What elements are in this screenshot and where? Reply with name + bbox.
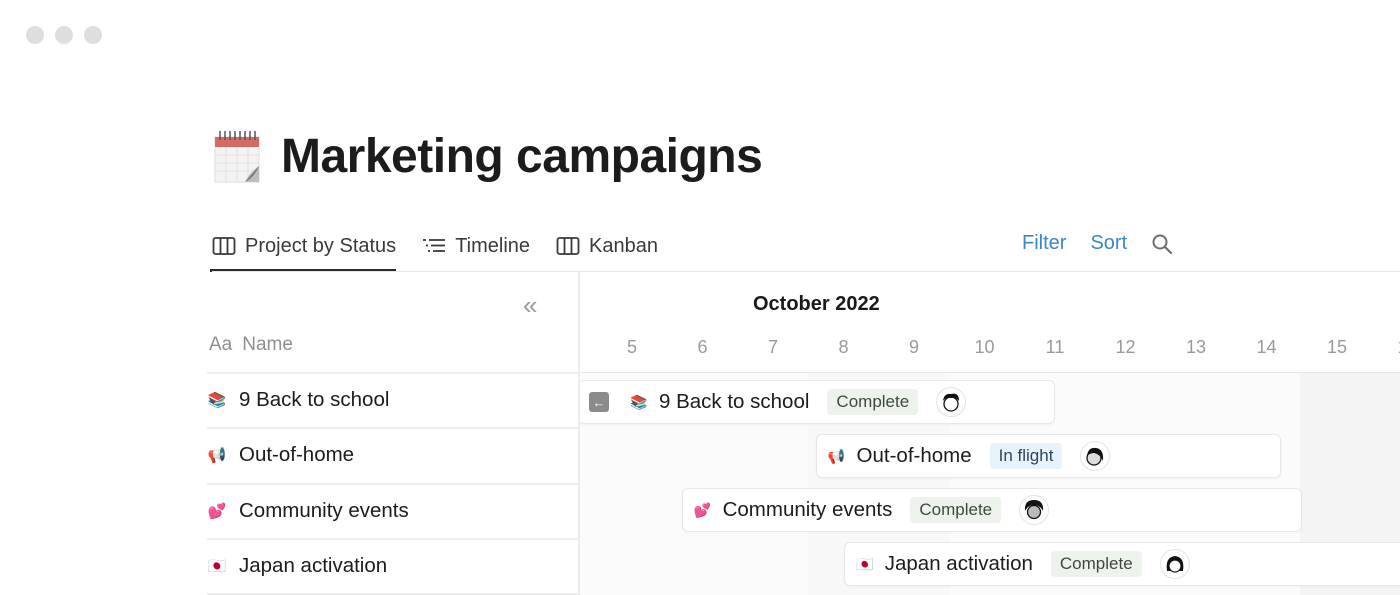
row-name: Community events — [239, 499, 409, 522]
timeline-bar[interactable]: 🇯🇵 Japan activation Complete — [843, 542, 1400, 586]
status-badge: In flight — [989, 443, 1063, 469]
table-row[interactable]: 🇯🇵 Japan activation — [207, 539, 578, 593]
row-name: Japan activation — [239, 554, 388, 577]
timeline-day-label: 15 — [1326, 337, 1348, 357]
books-icon: 📚 — [207, 392, 227, 409]
timeline-bar[interactable]: ← 📚 9 Back to school Complete — [580, 380, 1056, 424]
timeline-day-label: 10 — [974, 337, 995, 357]
timeline-day-label: 8 — [838, 337, 849, 357]
tab-kanban[interactable]: Kanban — [556, 228, 658, 264]
bar-title: Out-of-home — [856, 444, 972, 467]
name-table: « Aa Name 📚 9 Back to school 📢 Out-of-ho… — [207, 272, 578, 595]
arrow-left-icon[interactable]: ← — [589, 392, 609, 412]
timeline-day-label: 13 — [1185, 337, 1207, 357]
row-name: Out-of-home — [239, 443, 355, 466]
two-hearts-icon: 💕 — [693, 501, 712, 518]
status-badge: Complete — [910, 497, 1002, 523]
timeline-header-divider — [580, 372, 1400, 373]
row-name: 9 Back to school — [239, 388, 390, 411]
tab-timeline[interactable]: Timeline — [422, 228, 530, 264]
status-badge: Complete — [1050, 551, 1142, 577]
timeline-day-label: 16 — [1388, 337, 1400, 358]
filter-button[interactable]: Filter — [1022, 232, 1066, 255]
two-hearts-icon: 💕 — [207, 503, 227, 520]
japan-flag-icon: 🇯🇵 — [207, 558, 227, 575]
window-controls — [26, 26, 102, 44]
board-icon — [212, 236, 236, 256]
timeline-day-label: 14 — [1256, 337, 1277, 357]
status-badge: Complete — [827, 389, 919, 415]
avatar[interactable] — [936, 387, 967, 417]
column-label: Name — [242, 334, 293, 355]
bar-title: 9 Back to school — [659, 390, 810, 413]
timeline-bar[interactable]: 💕 Community events Complete — [681, 488, 1302, 532]
timeline-icon — [422, 236, 446, 256]
timeline-day-label: 9 — [908, 337, 919, 357]
tab-label: Timeline — [455, 234, 531, 257]
timeline-day-label: 7 — [767, 337, 778, 357]
timeline-day-label: 12 — [1115, 337, 1136, 357]
japan-flag-icon: 🇯🇵 — [856, 555, 874, 572]
window-maximize-button[interactable] — [84, 26, 102, 44]
view-tabs: Project by Status Timeline Kanban — [209, 228, 658, 272]
timeline-day-label: 5 — [626, 337, 637, 357]
books-icon: 📚 — [630, 393, 648, 410]
timeline-day-label: 11 — [1045, 337, 1065, 357]
avatar[interactable] — [1159, 549, 1190, 579]
table-row[interactable]: 📚 9 Back to school — [207, 373, 578, 427]
avatar[interactable] — [1080, 441, 1111, 471]
double-chevron-left-icon[interactable]: « — [523, 292, 537, 318]
table-row[interactable]: 💕 Community events — [207, 484, 578, 538]
timeline-day-label: 6 — [697, 337, 708, 357]
page-title: Marketing campaigns — [281, 130, 763, 183]
tab-label: Project by Status — [245, 234, 397, 257]
megaphone-icon: 📢 — [207, 447, 227, 464]
window-close-button[interactable] — [26, 26, 44, 44]
bar-title: Japan activation — [884, 552, 1033, 575]
timeline-bar[interactable]: 📢 Out-of-home In flight — [815, 434, 1281, 478]
search-icon[interactable] — [1151, 233, 1173, 255]
tab-project-by-status[interactable]: Project by Status — [209, 228, 397, 272]
board-icon — [556, 236, 580, 256]
name-column-header[interactable]: Aa Name — [209, 334, 293, 356]
spiral-calendar-icon — [212, 128, 262, 184]
text-type-icon: Aa — [209, 334, 233, 355]
timeline-view: October 2022 5 6 7 8 9 10 11 12 13 14 15 16 ← 📚 9 Bac… — [580, 272, 1400, 595]
bar-title: Community events — [722, 498, 893, 521]
sort-button[interactable]: Sort — [1090, 232, 1127, 255]
window-minimize-button[interactable] — [55, 26, 73, 44]
megaphone-icon: 📢 — [827, 447, 846, 464]
avatar[interactable] — [1019, 495, 1050, 525]
view-actions: Filter Sort — [1022, 232, 1173, 255]
table-row[interactable]: 📢 Out-of-home — [207, 428, 578, 482]
timeline-month: October 2022 — [753, 293, 880, 315]
tab-label: Kanban — [589, 234, 658, 257]
